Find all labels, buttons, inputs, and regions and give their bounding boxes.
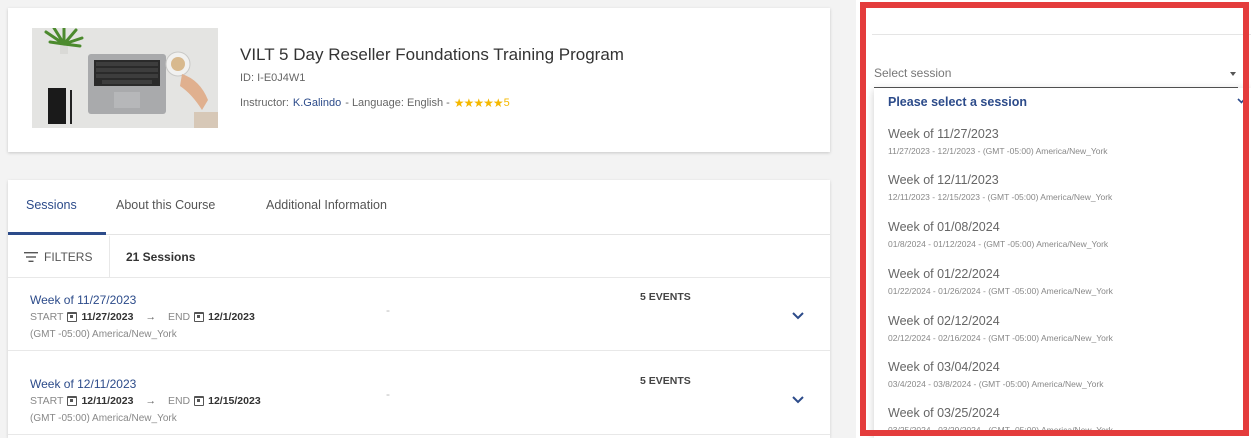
session-location: -: [386, 387, 390, 401]
calendar-icon: [67, 396, 78, 406]
sessions-card: Sessions About this Course Additional In…: [8, 180, 830, 438]
filter-bar: FILTERS 21 Sessions: [8, 236, 830, 278]
start-label: START: [30, 311, 64, 323]
option-range: 11/27/2023 - 12/1/2023 - (GMT -05:00) Am…: [888, 146, 1108, 156]
instructor-label: Instructor:: [240, 97, 289, 109]
option-label: Please select a session: [888, 95, 1027, 109]
option-range: 02/12/2024 - 02/16/2024 - (GMT -05:00) A…: [888, 333, 1113, 343]
session-select-placeholder: Select session: [874, 66, 952, 80]
filters-button[interactable]: FILTERS: [8, 236, 110, 278]
tab-bar: Sessions About this Course Additional In…: [8, 180, 830, 235]
option-range: 03/25/2024 - 03/29/2024 - (GMT -05:00) A…: [888, 425, 1113, 435]
end-label: END: [167, 311, 191, 323]
chevron-down-icon[interactable]: [792, 396, 804, 404]
rating-value: 5: [503, 97, 510, 109]
tab-sessions[interactable]: Sessions: [26, 198, 77, 212]
session-select-panel: Select session Please select a session W…: [856, 0, 1251, 438]
tab-additional-information[interactable]: Additional Information: [266, 198, 387, 212]
session-row[interactable]: Week of 12/11/2023 START 12/11/2023 → EN…: [8, 363, 830, 435]
language-label: - Language: English -: [345, 97, 450, 109]
tab-about-course[interactable]: About this Course: [116, 198, 215, 212]
active-tab-indicator: [8, 232, 106, 235]
option-week: Week of 01/22/2024: [888, 267, 1000, 281]
divider: [872, 34, 1251, 35]
start-date: 11/27/2023: [81, 311, 134, 323]
filters-label: FILTERS: [44, 250, 93, 264]
option-week: Week of 01/08/2024: [888, 220, 1000, 234]
option-range: 01/8/2024 - 01/12/2024 - (GMT -05:00) Am…: [888, 239, 1109, 249]
option-week: Week of 12/11/2023: [888, 173, 999, 187]
option-range: 12/11/2023 - 12/15/2023 - (GMT -05:00) A…: [888, 192, 1113, 202]
session-week-link[interactable]: Week of 12/11/2023: [30, 377, 136, 391]
course-thumbnail: [32, 28, 218, 128]
dropdown-option[interactable]: Week of 01/22/2024 01/22/2024 - 01/26/20…: [874, 267, 1251, 313]
calendar-icon: [194, 396, 205, 406]
star-rating-icon: ★★★★★: [453, 96, 504, 110]
session-dropdown-menu: Please select a session Week of 11/27/20…: [874, 88, 1251, 438]
end-date: 12/1/2023: [208, 311, 255, 323]
calendar-icon: [194, 312, 205, 322]
dropdown-option[interactable]: Week of 01/08/2024 01/8/2024 - 01/12/202…: [874, 220, 1251, 266]
caret-down-icon: [1230, 72, 1236, 76]
session-dates: START 12/11/2023 → END 12/15/2023: [30, 395, 261, 407]
course-card: VILT 5 Day Reseller Foundations Training…: [8, 8, 830, 152]
laptop-desk-image: [32, 28, 218, 128]
option-range: 03/4/2024 - 03/8/2024 - (GMT -05:00) Ame…: [888, 379, 1104, 389]
dropdown-option[interactable]: Week of 03/25/2024 03/25/2024 - 03/29/20…: [874, 406, 1251, 438]
session-timezone: (GMT -05:00) America/New_York: [30, 329, 177, 340]
chevron-down-icon[interactable]: [792, 312, 804, 320]
dropdown-option[interactable]: Week of 02/12/2024 02/12/2024 - 02/16/20…: [874, 314, 1251, 360]
instructor-link[interactable]: K.Galindo: [293, 97, 341, 109]
option-range: 01/22/2024 - 01/26/2024 - (GMT -05:00) A…: [888, 286, 1113, 296]
end-date: 12/15/2023: [208, 395, 261, 407]
session-select[interactable]: Select session: [874, 60, 1238, 88]
option-week: Week of 02/12/2024: [888, 314, 1000, 328]
option-week: Week of 03/04/2024: [888, 360, 1000, 374]
session-week-link[interactable]: Week of 11/27/2023: [30, 293, 136, 307]
end-label: END: [167, 395, 191, 407]
arrow-right-icon: →: [145, 395, 156, 407]
session-dates: START 11/27/2023 → END 12/1/2023: [30, 311, 255, 323]
filter-icon: [24, 252, 38, 262]
session-event-count: 5 EVENTS: [640, 291, 691, 303]
course-meta: Instructor: K.Galindo - Language: Englis…: [240, 96, 624, 110]
course-id: ID: I-E0J4W1: [240, 72, 306, 84]
session-count: 21 Sessions: [126, 250, 196, 264]
session-row[interactable]: Week of 11/27/2023 START 11/27/2023 → EN…: [8, 279, 830, 351]
session-event-count: 5 EVENTS: [640, 375, 691, 387]
course-info: VILT 5 Day Reseller Foundations Training…: [240, 44, 624, 110]
dropdown-option[interactable]: Week of 12/11/2023 12/11/2023 - 12/15/20…: [874, 173, 1251, 219]
session-timezone: (GMT -05:00) America/New_York: [30, 413, 177, 424]
dropdown-option[interactable]: Week of 11/27/2023 11/27/2023 - 12/1/202…: [874, 127, 1251, 173]
course-title: VILT 5 Day Reseller Foundations Training…: [240, 45, 624, 64]
dropdown-option[interactable]: Week of 03/04/2024 03/4/2024 - 03/8/2024…: [874, 360, 1251, 406]
calendar-icon: [67, 312, 78, 322]
checkmark-icon: [1237, 94, 1249, 104]
option-week: Week of 03/25/2024: [888, 406, 1000, 420]
session-location: -: [386, 303, 390, 317]
arrow-right-icon: →: [145, 311, 156, 323]
start-label: START: [30, 395, 64, 407]
start-date: 12/11/2023: [81, 395, 134, 407]
option-week: Week of 11/27/2023: [888, 127, 999, 141]
